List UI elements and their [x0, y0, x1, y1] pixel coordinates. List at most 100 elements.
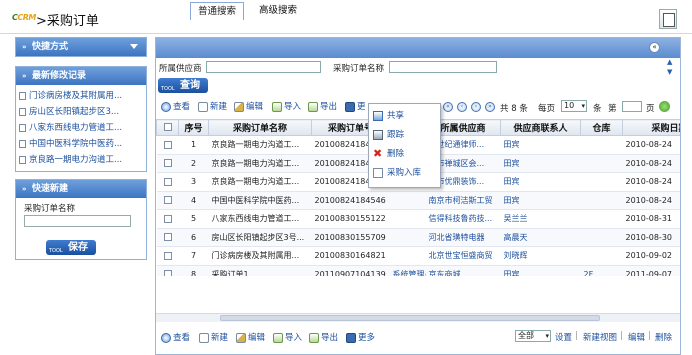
row-select-cell[interactable] — [156, 135, 179, 155]
refresh-icon[interactable] — [659, 101, 670, 112]
table-cell[interactable]: 田宾 — [500, 135, 581, 155]
table-cell[interactable]: 京良路一期电力沟道工... — [208, 135, 312, 155]
table-cell[interactable]: 高晨天 — [500, 228, 581, 247]
table-cell[interactable]: 田宾 — [500, 154, 581, 173]
table-cell[interactable]: 房山区长阳镇起步区3号... — [208, 228, 312, 247]
table-cell[interactable]: 中国中医科学院中医药... — [208, 191, 312, 210]
settings-link[interactable]: 设置 — [555, 331, 572, 343]
table-cell[interactable]: 刘晓辉 — [500, 246, 581, 266]
new-button[interactable]: 新建 — [198, 99, 227, 115]
row-checkbox[interactable] — [163, 140, 172, 149]
row-select-cell[interactable] — [156, 209, 179, 229]
first-page-icon[interactable]: « — [443, 102, 453, 112]
recent-item-label[interactable]: 中国中医科学院中医药... — [29, 139, 122, 149]
table-cell[interactable]: 吴兰兰 — [500, 209, 581, 229]
table-cell[interactable]: 门诊病房楼及其附属用... — [208, 246, 312, 266]
export-button-bottom[interactable]: 导出 — [309, 330, 338, 346]
recent-item[interactable]: 门诊病房楼及其附属用... — [16, 88, 146, 104]
recent-item-label[interactable]: 房山区长阳镇起步区3... — [29, 107, 119, 117]
select-all-header[interactable] — [156, 119, 179, 136]
order-name-input[interactable] — [389, 61, 497, 73]
view-button[interactable]: 查看 — [161, 99, 190, 115]
import-button[interactable]: 导入 — [272, 99, 301, 115]
popup-item-stock-in[interactable]: 采购入库 — [373, 165, 421, 181]
save-button[interactable]: TOOL 保存 — [46, 240, 96, 255]
last-page-icon[interactable]: » — [485, 102, 495, 112]
row-select-cell[interactable] — [156, 191, 179, 210]
view-button-bottom[interactable]: 查看 — [161, 330, 190, 346]
table-cell[interactable]: 信得科技鲁药技... — [425, 209, 501, 229]
next-page-icon[interactable]: › — [471, 102, 481, 112]
page-size-select[interactable]: 10 ▾ — [561, 100, 587, 112]
scrollbar-thumb[interactable] — [220, 315, 600, 321]
column-header[interactable]: 采购日期 — [622, 119, 680, 136]
row-checkbox[interactable] — [163, 251, 172, 260]
table-cell[interactable]: 南京市柯洁斯工贸 — [425, 191, 501, 210]
table-cell[interactable]: 河北省璜特电器 — [425, 228, 501, 247]
table-cell[interactable]: 八家东西线电力管道工... — [208, 209, 312, 229]
recent-item-label[interactable]: 八家东西线电力管道工... — [29, 123, 122, 133]
recent-item[interactable]: 京良路一期电力沟道工... — [16, 152, 146, 168]
recent-item[interactable]: 房山区长阳镇起步区3... — [16, 104, 146, 120]
recent-item[interactable]: 八家东西线电力管道工... — [16, 120, 146, 136]
horizontal-scrollbar[interactable] — [156, 313, 680, 322]
export-button[interactable]: 导出 — [308, 99, 337, 115]
row-select-cell[interactable] — [156, 172, 179, 192]
import-button-bottom[interactable]: 导入 — [273, 330, 302, 346]
shortcuts-panel[interactable]: » 快捷方式 — [15, 37, 147, 57]
row-checkbox[interactable] — [163, 196, 172, 205]
recent-item[interactable]: 中国中医科学院中医药... — [16, 136, 146, 152]
edit-view-link[interactable]: 编辑 — [628, 331, 645, 343]
table-cell[interactable]: 京东商城 — [425, 265, 501, 276]
row-checkbox[interactable] — [163, 270, 172, 276]
collapse-icon[interactable]: « — [649, 42, 660, 53]
quick-new-order-name-input[interactable] — [24, 215, 131, 227]
delete-view-link[interactable]: 删除 — [655, 331, 672, 343]
popup-item-track[interactable]: 跟踪 — [373, 127, 404, 143]
table-row[interactable]: 8采购订单120110907104139系统管理员京东商城田宾2F2011-09… — [156, 265, 680, 276]
new-view-link[interactable]: 新建视图 — [583, 331, 617, 343]
edit-button[interactable]: 编辑 — [234, 99, 263, 115]
column-header[interactable]: 采购订单名称 — [208, 119, 312, 136]
print-icon[interactable] — [659, 9, 677, 29]
row-checkbox[interactable] — [163, 159, 172, 168]
column-header[interactable]: 仓库 — [580, 119, 623, 136]
popup-item-delete[interactable]: ✖ 删除 — [373, 146, 404, 162]
tab-advanced-search[interactable]: 高级搜索 — [248, 2, 308, 20]
row-checkbox[interactable] — [163, 233, 172, 242]
tab-basic-search[interactable]: 普通搜索 — [190, 2, 244, 20]
table-cell[interactable]: 京良路一期电力沟道工... — [208, 154, 312, 173]
more-button-bottom[interactable]: 更多 — [346, 330, 375, 346]
query-button[interactable]: TOOL 查询 — [158, 78, 208, 93]
row-checkbox[interactable] — [163, 214, 172, 223]
scroll-up-icon[interactable]: ▲ — [667, 58, 675, 66]
row-select-cell[interactable] — [156, 228, 179, 247]
column-header[interactable]: 序号 — [178, 119, 209, 136]
supplier-input[interactable] — [206, 61, 321, 73]
select-all-checkbox[interactable] — [163, 123, 172, 131]
recent-item-label[interactable]: 京良路一期电力沟道工... — [29, 155, 122, 165]
recent-item-label[interactable]: 门诊病房楼及其附属用... — [29, 91, 122, 101]
table-row[interactable]: 5 八家东西线电力管道工... 20100830155122 信得科技鲁药技... 吴兰… — [156, 209, 680, 229]
table-cell[interactable]: 北京世宝恒盛商贸 — [425, 246, 501, 266]
popup-item-share[interactable]: 共享 — [373, 108, 404, 124]
row-select-cell[interactable] — [156, 246, 179, 266]
table-row[interactable]: 7 门诊病房楼及其附属用... 20100830164821 北京世宝恒盛商贸 刘晓辉 2… — [156, 246, 680, 266]
table-row[interactable]: 4 中国中医科学院中医药... 20100824184546 南京市柯洁斯工贸 田宾 20… — [156, 191, 680, 210]
table-cell[interactable]: 田宾 — [500, 265, 581, 276]
view-filter-select[interactable]: 全部 ▾ — [515, 330, 551, 342]
new-button-bottom[interactable]: 新建 — [199, 330, 228, 346]
table-cell[interactable]: 采购订单1 — [208, 265, 312, 276]
page-number-input[interactable] — [622, 101, 642, 112]
prev-page-icon[interactable]: ‹ — [457, 102, 467, 112]
row-select-cell[interactable] — [156, 265, 179, 276]
table-cell[interactable]: 田宾 — [500, 172, 581, 192]
row-select-cell[interactable] — [156, 154, 179, 173]
shortcuts-header[interactable]: » 快捷方式 — [16, 38, 146, 56]
scroll-down-icon[interactable]: ▼ — [667, 68, 675, 76]
more-button[interactable]: 更 — [345, 99, 366, 115]
row-checkbox[interactable] — [163, 177, 172, 186]
table-row[interactable]: 6 房山区长阳镇起步区3号... 20100830155709 河北省璜特电器 高晨天 2… — [156, 228, 680, 247]
edit-button-bottom[interactable]: 编辑 — [236, 330, 265, 346]
table-cell[interactable]: 田宾 — [500, 191, 581, 210]
